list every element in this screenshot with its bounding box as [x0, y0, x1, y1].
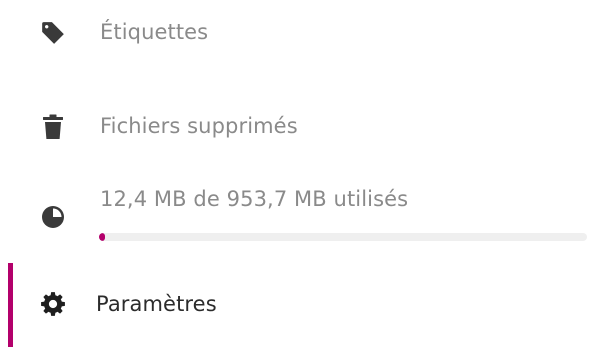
pie-chart-icon — [38, 202, 68, 232]
sidebar-item-settings[interactable]: Paramètres — [0, 263, 603, 347]
trash-icon — [38, 112, 68, 142]
sidebar-item-tags[interactable]: Étiquettes — [0, 0, 603, 68]
storage-quota-bar — [99, 233, 587, 241]
storage-quota: 12,4 MB de 953,7 MB utilisés — [0, 176, 603, 256]
storage-quota-fill — [99, 233, 106, 241]
sidebar-item-trash[interactable]: Fichiers supprimés — [0, 100, 603, 156]
sidebar-item-label: Étiquettes — [100, 20, 209, 44]
tag-icon — [38, 18, 68, 48]
sidebar-navigation: Étiquettes Fichiers supprimés 12,4 MB de… — [0, 0, 603, 347]
sidebar-item-label: Fichiers supprimés — [100, 114, 298, 138]
gear-icon — [38, 289, 68, 319]
sidebar-item-label: Paramètres — [96, 292, 217, 316]
storage-quota-label: 12,4 MB de 953,7 MB utilisés — [100, 187, 409, 211]
